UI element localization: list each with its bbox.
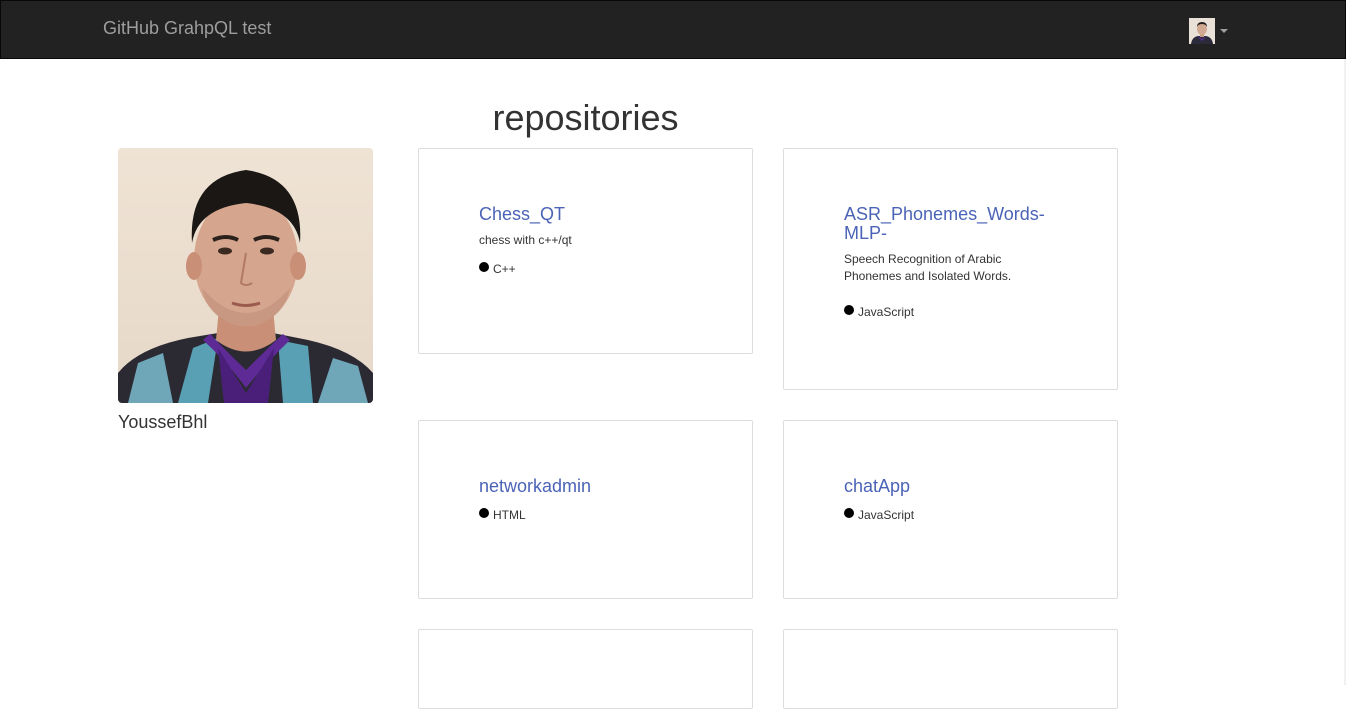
user-menu-dropdown[interactable] xyxy=(1189,18,1231,44)
navbar: GitHub GrahpQL test xyxy=(0,0,1346,59)
user-avatar xyxy=(1189,18,1215,44)
repo-language-label: JavaScript xyxy=(858,508,915,522)
page-title: repositories xyxy=(492,97,679,138)
repo-card xyxy=(783,629,1118,709)
repo-card: chatApp JavaScript xyxy=(783,420,1118,599)
repo-language: JavaScript xyxy=(844,508,1059,522)
language-dot-icon xyxy=(844,305,854,315)
repo-language-label: JavaScript xyxy=(858,305,915,319)
caret-down-icon xyxy=(1220,29,1228,33)
repo-name-link[interactable]: networkadmin xyxy=(479,477,694,496)
repo-name-link[interactable]: Chess_QT xyxy=(479,205,694,224)
repo-language-label: HTML xyxy=(493,508,526,522)
repo-language-label: C++ xyxy=(493,262,516,276)
repo-card: networkadmin HTML xyxy=(418,420,753,599)
profile-username: YoussefBhl xyxy=(118,412,208,432)
repo-language: JavaScript xyxy=(844,305,1054,319)
repo-description: chess with c++/qt xyxy=(479,233,572,247)
repo-card xyxy=(418,629,753,709)
repo-language: C++ xyxy=(479,262,694,276)
language-dot-icon xyxy=(479,262,489,272)
navbar-brand[interactable]: GitHub GrahpQL test xyxy=(103,18,271,38)
repo-name-link[interactable]: chatApp xyxy=(844,477,1059,496)
repo-description: Speech Recognition of Arabic Phonemes an… xyxy=(844,252,1012,283)
language-dot-icon xyxy=(844,508,854,518)
repo-card: Chess_QT chess with c++/qt C++ xyxy=(418,148,753,354)
language-dot-icon xyxy=(479,508,489,518)
repo-language: HTML xyxy=(479,508,694,522)
repo-card: ASR_Phonemes_Words-MLP- Speech Recogniti… xyxy=(783,148,1118,390)
repo-name-link[interactable]: ASR_Phonemes_Words-MLP- xyxy=(844,205,1054,243)
profile-avatar xyxy=(118,148,373,403)
